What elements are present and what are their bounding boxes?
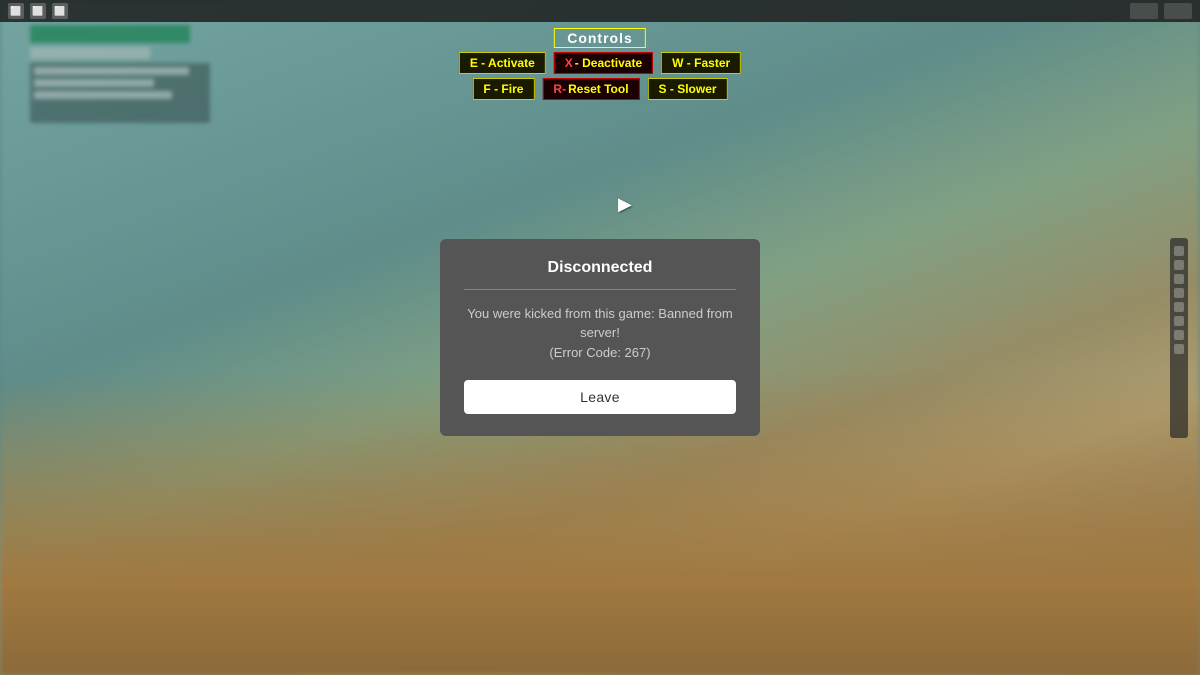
modal-divider xyxy=(464,289,736,290)
leave-button[interactable]: Leave xyxy=(464,380,736,414)
modal-title: Disconnected xyxy=(464,259,736,277)
disconnected-modal: Disconnected You were kicked from this g… xyxy=(440,239,760,437)
modal-message: You were kicked from this game: Banned f… xyxy=(464,304,736,363)
modal-overlay: Disconnected You were kicked from this g… xyxy=(0,0,1200,675)
